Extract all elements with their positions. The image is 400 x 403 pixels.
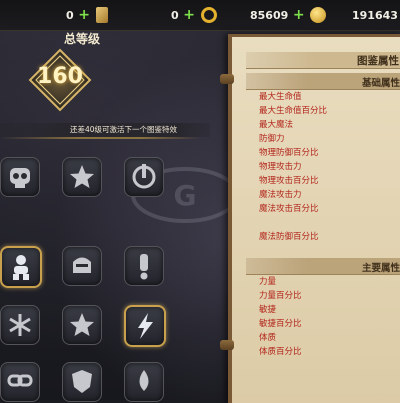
resource-scroll-value: 0 — [66, 8, 74, 22]
exclamation-icon — [140, 254, 148, 280]
section-divider — [0, 137, 200, 139]
total-level-value: 160 — [37, 64, 83, 89]
helmet-icon — [73, 257, 91, 273]
resource-ring: 0 + — [171, 6, 217, 24]
level-hint-text: 还差40级可激活下一个图鉴特效 — [70, 125, 178, 134]
attr-item: 体质 — [259, 333, 277, 343]
collection-slot-star-2[interactable] — [62, 305, 102, 345]
skull-icon — [10, 168, 30, 188]
figure-icon — [13, 255, 29, 280]
resource-scroll: 0 + — [66, 6, 108, 24]
coin-icon — [310, 7, 327, 23]
add-ring-button[interactable]: + — [183, 8, 196, 22]
resource-gold: 191643 + — [352, 6, 400, 24]
resource-bar: 0 + 0 + 85609 + 191643 + — [0, 0, 400, 31]
attr-item: 力量 — [259, 277, 277, 287]
attr-item: 物理攻击百分比 — [259, 176, 319, 186]
collection-slot-shield[interactable] — [62, 362, 102, 402]
collection-slot-star[interactable] — [62, 157, 102, 197]
attr-item: 力量百分比 — [259, 291, 302, 301]
basic-section-label: 基础属性 — [362, 78, 400, 89]
add-coin-button[interactable]: + — [292, 8, 305, 22]
link-icon — [7, 374, 33, 387]
lightning-icon — [138, 313, 153, 339]
shield-icon — [72, 370, 92, 393]
resource-coin: 85609 + — [250, 6, 327, 24]
attr-item: 物理攻击力 — [259, 162, 302, 172]
collection-slot-drop[interactable] — [124, 362, 164, 402]
attr-item: 敏捷百分比 — [259, 319, 302, 329]
star-icon — [70, 165, 94, 188]
attr-item: 魔法攻击百分比 — [259, 204, 319, 214]
collection-slot-helmet[interactable] — [62, 246, 102, 286]
attr-item: 魔法攻击力 — [259, 190, 302, 200]
attr-item: 体质百分比 — [259, 347, 302, 357]
scroll-icon — [95, 7, 108, 23]
book-title: 图鉴属性 — [357, 55, 399, 67]
ring-icon — [200, 7, 217, 23]
drop-icon — [139, 370, 149, 391]
snowflake-icon — [9, 314, 31, 336]
level-title: 总等级 — [63, 32, 100, 46]
star-icon — [70, 313, 94, 336]
add-scroll-button[interactable]: + — [78, 8, 91, 22]
collection-slot-skull[interactable] — [0, 157, 40, 197]
attr-item: 最大生命值百分比 — [259, 106, 328, 116]
collection-slot-snowflake[interactable] — [0, 305, 40, 345]
collection-slot-exclamation[interactable] — [124, 246, 164, 286]
attr-item: 敏捷 — [259, 305, 277, 315]
resource-gold-value: 191643 — [352, 8, 398, 22]
attr-item: 最大魔法 — [259, 120, 294, 130]
collection-slot-rotate[interactable] — [124, 157, 164, 197]
attr-item: 物理防御百分比 — [259, 148, 319, 158]
attr-item: 魔法防御百分比 — [259, 232, 319, 242]
collection-slot-link[interactable] — [0, 362, 40, 402]
collection-slot-lightning[interactable] — [124, 305, 166, 347]
book-clip — [220, 74, 234, 84]
attr-item: 防御力 — [259, 134, 285, 144]
svg-text:G: G — [174, 179, 197, 212]
book-clip — [220, 340, 234, 350]
attr-item: 最大生命值 — [259, 92, 302, 102]
resource-ring-value: 0 — [171, 8, 179, 22]
collection-slot-figure[interactable] — [0, 246, 42, 288]
resource-coin-value: 85609 — [250, 8, 289, 22]
main-section-label: 主要属性 — [362, 263, 400, 274]
rotate-icon — [132, 164, 156, 189]
